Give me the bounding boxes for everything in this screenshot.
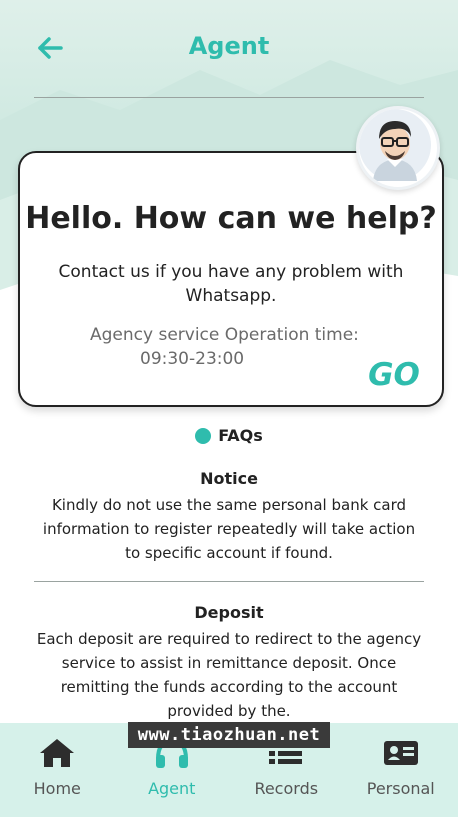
card-subtitle: Contact us if you have any problem with … bbox=[58, 262, 404, 306]
go-label: GO bbox=[368, 357, 420, 391]
help-card: Hello. How can we help? Contact us if yo… bbox=[18, 151, 444, 407]
card-title: Hello. How can we help? bbox=[25, 201, 437, 236]
nav-label-personal: Personal bbox=[366, 779, 435, 798]
go-button[interactable]: GO bbox=[364, 357, 424, 393]
home-icon bbox=[40, 739, 75, 767]
deposit-heading: Deposit bbox=[194, 603, 264, 622]
watermark: www.tiaozhuan.net bbox=[128, 722, 330, 748]
avatar bbox=[356, 106, 440, 190]
deposit-section: Deposit Each deposit are required to red… bbox=[34, 601, 424, 723]
section-divider bbox=[34, 581, 424, 582]
operation-time-value: 09:30-23:00 bbox=[140, 349, 245, 369]
nav-label-records: Records bbox=[254, 779, 319, 798]
faqs-dot-icon bbox=[195, 427, 212, 444]
header: Agent bbox=[0, 0, 458, 96]
notice-section: Notice Kindly do not use the same person… bbox=[34, 467, 424, 565]
nav-label-agent: Agent bbox=[148, 779, 196, 798]
deposit-body: Each deposit are required to redirect to… bbox=[36, 630, 422, 720]
faqs-heading: FAQs bbox=[0, 426, 458, 445]
page-title: Agent bbox=[188, 32, 270, 60]
nav-label-home: Home bbox=[33, 779, 81, 798]
operation-time: Agency service Operation time: 09:30-23:… bbox=[90, 323, 359, 371]
nav-item-personal[interactable]: Personal bbox=[344, 723, 458, 817]
id-card-icon bbox=[383, 741, 418, 765]
notice-heading: Notice bbox=[200, 469, 258, 488]
faqs-label: FAQs bbox=[218, 426, 263, 445]
operation-time-label: Agency service Operation time: bbox=[90, 325, 359, 345]
notice-body: Kindly do not use the same personal bank… bbox=[42, 496, 416, 562]
nav-item-home[interactable]: Home bbox=[0, 723, 115, 817]
header-divider bbox=[34, 97, 424, 98]
